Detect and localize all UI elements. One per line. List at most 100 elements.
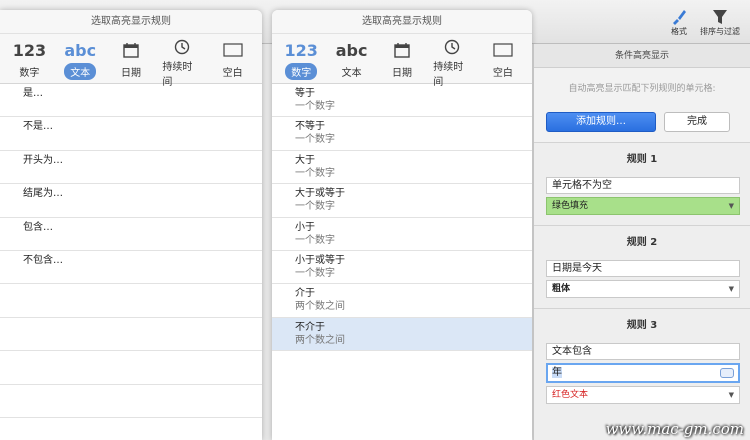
number-rule-list: 等于 一个数字 不等于 一个数字 大于 一个数字 大于或等于 一个数字 小于 一个数字 小… bbox=[272, 84, 532, 352]
sidebar-description: 自动高亮显示匹配下列规则的单元格: bbox=[534, 68, 750, 110]
rule-option-hint: 一个数字 bbox=[295, 101, 335, 112]
rule-option-label: 不包含… bbox=[23, 254, 63, 266]
list-item[interactable]: 是… bbox=[0, 84, 262, 118]
number-rules-popover: 选取高亮显示规则 123 数字 abc 文本 日期 持续时间 空白 等于 一个数… bbox=[272, 10, 532, 440]
list-item[interactable]: 等于 一个数字 bbox=[272, 84, 532, 118]
tab-duration[interactable]: 持续时间 bbox=[156, 34, 207, 88]
rule-value-text: 年 bbox=[552, 367, 562, 378]
rule-type-tabs: 123 数字 abc 文本 日期 持续时间 空白 bbox=[272, 34, 532, 88]
clock-icon bbox=[174, 39, 190, 55]
calendar-icon bbox=[394, 39, 410, 61]
tab-blank[interactable]: 空白 bbox=[207, 34, 258, 83]
watermark: www.mac-gm.com bbox=[605, 420, 744, 438]
rule-option-hint: 一个数字 bbox=[295, 167, 335, 179]
sidebar-title: 条件高亮显示 bbox=[534, 44, 750, 68]
add-rule-button[interactable]: 添加规则… bbox=[546, 112, 656, 132]
tab-label: 空白 bbox=[492, 68, 513, 79]
tab-label: 文本 bbox=[64, 63, 97, 80]
tab-label: 持续时间 bbox=[433, 62, 464, 88]
popover-title: 选取高亮显示规则 bbox=[272, 10, 532, 34]
popover-title: 选取高亮显示规则 bbox=[0, 10, 262, 34]
empty-row bbox=[0, 318, 262, 352]
tab-label: 数字 bbox=[285, 63, 318, 80]
list-item[interactable]: 不等于 一个数字 bbox=[272, 117, 532, 151]
calendar-icon bbox=[123, 39, 139, 61]
chevron-down-icon: ▼ bbox=[728, 285, 734, 293]
list-item[interactable]: 大于或等于 一个数字 bbox=[272, 184, 532, 218]
text-rule-list: 是… 不是… 开头为… 结尾为… 包含… 不包含… bbox=[0, 84, 262, 418]
sort-filter-label: 排序与过滤 bbox=[700, 27, 740, 36]
tab-text[interactable]: abc 文本 bbox=[55, 34, 106, 83]
funnel-icon bbox=[711, 8, 729, 26]
list-item[interactable]: 介于 两个数之间 bbox=[272, 284, 532, 318]
rule-option-hint: 两个数之间 bbox=[295, 301, 345, 313]
rule-condition[interactable]: 文本包含 bbox=[546, 343, 740, 360]
paintbrush-icon bbox=[670, 8, 688, 26]
tab-text[interactable]: abc 文本 bbox=[326, 34, 376, 83]
rule-type-tabs: 123 数字 abc 文本 日期 持续时间 空白 bbox=[0, 34, 262, 88]
rule-heading: 规则 3 bbox=[626, 320, 658, 331]
rule-option-hint: 两个数之间 bbox=[295, 334, 345, 346]
done-button[interactable]: 完成 bbox=[664, 112, 730, 132]
style-select[interactable]: 绿色填充 ▼ bbox=[546, 197, 740, 215]
list-item[interactable]: 小于 一个数字 bbox=[272, 218, 532, 251]
tab-label: 数字 bbox=[19, 68, 40, 79]
format-button[interactable]: 格式 bbox=[670, 8, 688, 37]
rule-heading: 规则 1 bbox=[626, 154, 658, 165]
sidebar-actions: 添加规则… 完成 bbox=[534, 110, 750, 143]
rule-option-label: 介于 bbox=[295, 288, 315, 300]
rule-option-label: 包含… bbox=[23, 221, 53, 233]
style-select[interactable]: 红色文本 ▼ bbox=[546, 386, 740, 404]
rule-condition[interactable]: 单元格不为空 bbox=[546, 177, 740, 194]
rule-option-label: 大于或等于 bbox=[295, 188, 345, 200]
tab-number[interactable]: 123 数字 bbox=[4, 34, 55, 83]
rule-option-hint: 一个数字 bbox=[295, 201, 335, 213]
list-item[interactable]: 开头为… bbox=[0, 151, 262, 185]
clock-icon bbox=[444, 39, 460, 55]
conditional-highlighting-sidebar: 条件高亮显示 自动高亮显示匹配下列规则的单元格: 添加规则… 完成 规则 1 单… bbox=[533, 44, 750, 440]
rule-option-label: 小于或等于 bbox=[295, 254, 345, 266]
tab-label: 文本 bbox=[341, 68, 362, 79]
tab-label: 日期 bbox=[120, 68, 141, 79]
tab-label: 日期 bbox=[392, 68, 413, 79]
list-item[interactable]: 不包含… bbox=[0, 251, 262, 285]
rule-1: 规则 1 单元格不为空 绿色填充 ▼ bbox=[534, 143, 750, 226]
tab-label: 空白 bbox=[222, 68, 243, 79]
rule-option-label: 不是… bbox=[23, 121, 53, 133]
empty-row bbox=[0, 385, 262, 418]
list-item-selected[interactable]: 不介于 两个数之间 bbox=[272, 317, 532, 352]
tab-date[interactable]: 日期 bbox=[377, 34, 427, 83]
list-item[interactable]: 包含… bbox=[0, 218, 262, 251]
list-item[interactable]: 大于 一个数字 bbox=[272, 151, 532, 185]
rule-option-hint: 一个数字 bbox=[295, 234, 335, 246]
text-glyph: abc bbox=[335, 40, 368, 60]
rule-option-hint: 一个数字 bbox=[295, 267, 335, 279]
tab-duration[interactable]: 持续时间 bbox=[427, 34, 477, 88]
style-select-value: 粗体 bbox=[552, 284, 571, 294]
rule-option-hint: 一个数字 bbox=[295, 134, 335, 146]
list-item[interactable]: 结尾为… bbox=[0, 184, 262, 218]
rule-option-label: 开头为… bbox=[23, 154, 63, 166]
number-glyph: 123 bbox=[12, 40, 47, 60]
tab-number[interactable]: 123 数字 bbox=[276, 34, 326, 83]
format-label: 格式 bbox=[671, 27, 687, 36]
tab-date[interactable]: 日期 bbox=[106, 34, 157, 83]
rule-option-label: 不介于 bbox=[295, 321, 325, 333]
list-item[interactable]: 小于或等于 一个数字 bbox=[272, 251, 532, 285]
tab-blank[interactable]: 空白 bbox=[478, 34, 528, 83]
sort-filter-button[interactable]: 排序与过滤 bbox=[700, 8, 740, 37]
text-rules-popover: 选取高亮显示规则 123 数字 abc 文本 日期 持续时间 空白 是… 不是…… bbox=[0, 10, 262, 440]
rule-option-label: 结尾为… bbox=[23, 188, 63, 200]
style-select-value: 红色文本 bbox=[552, 390, 589, 400]
rule-value-input[interactable]: 年 bbox=[546, 363, 740, 383]
rule-option-label: 等于 bbox=[295, 88, 315, 99]
chevron-down-icon: ▼ bbox=[728, 202, 734, 210]
style-select-value: 绿色填充 bbox=[552, 201, 589, 211]
rule-heading: 规则 2 bbox=[626, 237, 658, 248]
keyboard-icon[interactable] bbox=[720, 368, 734, 378]
number-glyph: 123 bbox=[284, 40, 318, 60]
empty-row bbox=[0, 351, 262, 385]
rule-condition[interactable]: 日期是今天 bbox=[546, 260, 740, 277]
list-item[interactable]: 不是… bbox=[0, 117, 262, 151]
style-select[interactable]: 粗体 ▼ bbox=[546, 280, 740, 298]
